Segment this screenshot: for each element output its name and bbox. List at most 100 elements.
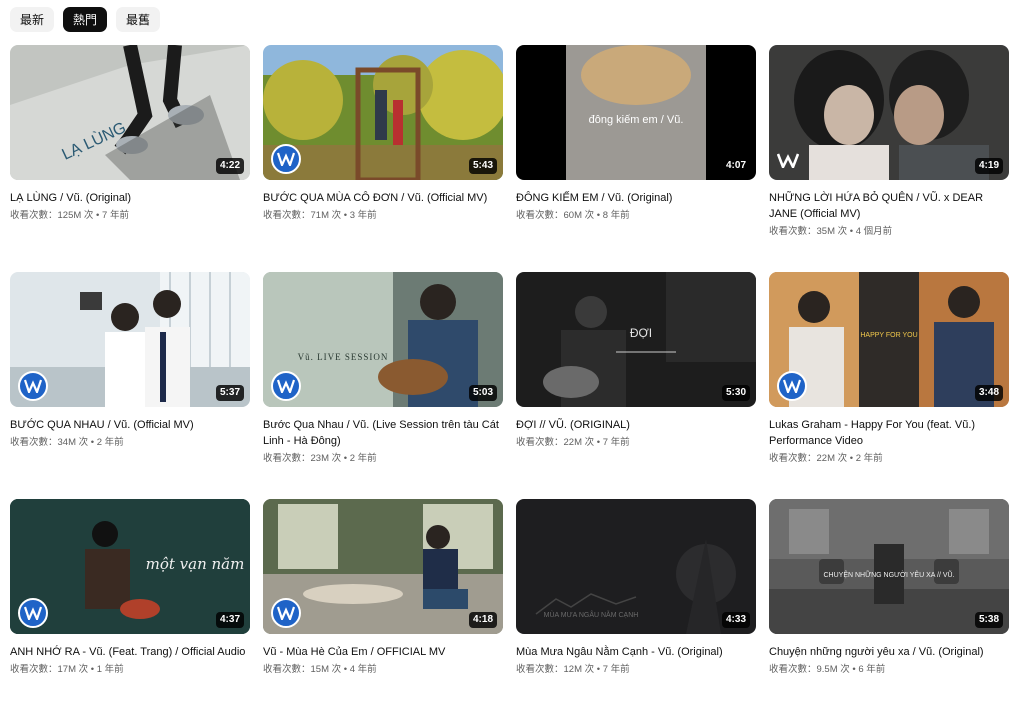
view-count: 收看次數：23M 次 (263, 453, 342, 464)
thumbnail-caption: Vũ. LIVE SESSION (298, 352, 389, 362)
thumbnail-caption: đông kiếm em / Vũ. (589, 114, 684, 126)
upload-age: 3 年前 (349, 210, 377, 221)
video-title[interactable]: NHỮNG LỜI HỨA BỎ QUÊN / VŨ. x DEAR JANE … (769, 190, 1009, 222)
video-thumbnail[interactable]: HAPPY FOR YOU 3:48 (769, 272, 1009, 407)
video-meta: 收看次數：34M 次 • 2 年前 (10, 437, 124, 448)
video-card[interactable]: Vũ. LIVE SESSION 5:03 Bước Qua Nhau / Vũ… (263, 272, 503, 466)
video-thumbnail[interactable]: 4:19 (769, 45, 1009, 180)
video-thumbnail[interactable]: một vạn năm 4:37 (10, 499, 250, 634)
duration-badge: 5:30 (721, 385, 750, 401)
view-count: 收看次數：15M 次 (263, 664, 342, 675)
warner-logo-icon (776, 152, 800, 171)
video-meta: 收看次數：15M 次 • 4 年前 (263, 664, 377, 675)
video-meta: 收看次數：23M 次 • 2 年前 (263, 453, 377, 464)
video-thumbnail[interactable]: 4:18 (263, 499, 503, 634)
video-card[interactable]: 5:37 BƯỚC QUA NHAU / Vũ. (Official MV) 收… (10, 272, 250, 450)
video-title[interactable]: ANH NHỚ RA - Vũ. (Feat. Trang) / Officia… (10, 644, 250, 660)
thumbnail-caption: một vạn năm (146, 555, 245, 573)
video-thumbnail[interactable]: Vũ. LIVE SESSION 5:03 (263, 272, 503, 407)
view-count: 收看次數：125M 次 (10, 210, 94, 221)
video-thumbnail[interactable]: 5:43 (263, 45, 503, 180)
duration-badge: 3:48 (974, 385, 1003, 401)
sort-chips: 最新 熱門 最舊 (10, 7, 161, 32)
upload-age: 8 年前 (602, 210, 630, 221)
video-meta: 收看次數：22M 次 • 7 年前 (516, 437, 630, 448)
duration-badge: 5:03 (468, 385, 497, 401)
video-card[interactable]: 4:18 Vũ - Mùa Hè Của Em / OFFICIAL MV 收看… (263, 499, 503, 677)
thumbnail-caption: CHUYỆN NHỮNG NGƯỜI YÊU XA // VŨ. (823, 570, 954, 579)
video-title[interactable]: Chuyện những người yêu xa / Vũ. (Origina… (769, 644, 1009, 660)
video-title[interactable]: Mùa Mưa Ngâu Nằm Cạnh - Vũ. (Original) (516, 644, 756, 660)
video-card[interactable]: một vạn năm 4:37 ANH NHỚ RA - Vũ. (Feat.… (10, 499, 250, 677)
warner-logo-icon (271, 371, 301, 401)
view-count: 收看次數：12M 次 (516, 664, 595, 675)
video-card[interactable]: 5:43 BƯỚC QUA MÙA CÔ ĐƠN / Vũ. (Official… (263, 45, 503, 223)
duration-badge: 4:19 (974, 158, 1003, 174)
upload-age: 2 年前 (96, 437, 124, 448)
thumbnail-caption: MÙA MƯA NGÂU NẰM CẠNH (544, 610, 639, 619)
duration-badge: 5:38 (974, 612, 1003, 628)
video-thumbnail[interactable]: CHUYỆN NHỮNG NGƯỜI YÊU XA // VŨ. 5:38 (769, 499, 1009, 634)
thumbnail-image: LẠ LÙNG (10, 45, 250, 180)
video-card[interactable]: ĐỢI 5:30 ĐỢI // VŨ. (ORIGINAL) 收看次數：22M … (516, 272, 756, 450)
duration-badge: 4:18 (468, 612, 497, 628)
thumbnail-image: CHUYỆN NHỮNG NGƯỜI YÊU XA // VŨ. (769, 499, 1009, 634)
video-meta: 收看次數：17M 次 • 1 年前 (10, 664, 124, 675)
view-count: 收看次數：71M 次 (263, 210, 342, 221)
upload-age: 7 年前 (602, 437, 630, 448)
thumbnail-image (769, 45, 1009, 180)
upload-age: 2 年前 (855, 453, 883, 464)
view-count: 收看次數：22M 次 (516, 437, 595, 448)
video-title[interactable]: Vũ - Mùa Hè Của Em / OFFICIAL MV (263, 644, 503, 660)
video-title[interactable]: Lukas Graham - Happy For You (feat. Vũ.)… (769, 417, 1009, 449)
view-count: 收看次數：9.5M 次 (769, 664, 850, 675)
thumbnail-image: đông kiếm em / Vũ. (516, 45, 756, 180)
video-card[interactable]: MÙA MƯA NGÂU NẰM CẠNH 4:33 Mùa Mưa Ngâu … (516, 499, 756, 677)
thumbnail-caption: ĐỢI (630, 326, 652, 340)
chip-popular[interactable]: 熱門 (63, 7, 108, 32)
video-meta: 收看次數：35M 次 • 4 個月前 (769, 226, 893, 237)
chip-oldest[interactable]: 最舊 (116, 7, 161, 32)
view-count: 收看次數：35M 次 (769, 226, 848, 237)
video-card[interactable]: đông kiếm em / Vũ. 4:07 ĐÔNG KIẾM EM / V… (516, 45, 756, 223)
duration-badge: 5:43 (468, 158, 497, 174)
video-meta: 收看次數：12M 次 • 7 年前 (516, 664, 630, 675)
video-thumbnail[interactable]: 5:37 (10, 272, 250, 407)
duration-badge: 5:37 (215, 385, 244, 401)
video-thumbnail[interactable]: đông kiếm em / Vũ. 4:07 (516, 45, 756, 180)
video-title[interactable]: BƯỚC QUA MÙA CÔ ĐƠN / Vũ. (Official MV) (263, 190, 503, 206)
upload-age: 1 年前 (96, 664, 124, 675)
view-count: 收看次數：22M 次 (769, 453, 848, 464)
view-count: 收看次數：60M 次 (516, 210, 595, 221)
video-title[interactable]: ĐÔNG KIẾM EM / Vũ. (Original) (516, 190, 756, 206)
video-meta: 收看次數：125M 次 • 7 年前 (10, 210, 129, 221)
upload-age: 4 個月前 (855, 226, 893, 237)
thumbnail-caption: HAPPY FOR YOU (860, 332, 917, 339)
upload-age: 6 年前 (858, 664, 886, 675)
warner-logo-icon (271, 144, 301, 174)
video-title[interactable]: BƯỚC QUA NHAU / Vũ. (Official MV) (10, 417, 250, 433)
video-card[interactable]: LẠ LÙNG 4:22 LẠ LÙNG / Vũ. (Original) 收看… (10, 45, 250, 223)
view-count: 收看次數：34M 次 (10, 437, 89, 448)
video-thumbnail[interactable]: MÙA MƯA NGÂU NẰM CẠNH 4:33 (516, 499, 756, 634)
video-thumbnail[interactable]: ĐỢI 5:30 (516, 272, 756, 407)
video-title[interactable]: ĐỢI // VŨ. (ORIGINAL) (516, 417, 756, 433)
video-thumbnail[interactable]: LẠ LÙNG 4:22 (10, 45, 250, 180)
upload-age: 2 年前 (349, 453, 377, 464)
duration-badge: 4:33 (721, 612, 750, 628)
chip-newest[interactable]: 最新 (10, 7, 55, 32)
upload-age: 7 年前 (602, 664, 630, 675)
video-card[interactable]: 4:19 NHỮNG LỜI HỨA BỎ QUÊN / VŨ. x DEAR … (769, 45, 1009, 239)
upload-age: 4 年前 (349, 664, 377, 675)
video-title[interactable]: Bước Qua Nhau / Vũ. (Live Session trên t… (263, 417, 503, 449)
video-card[interactable]: HAPPY FOR YOU 3:48 Lukas Graham - Happy … (769, 272, 1009, 466)
video-meta: 收看次數：71M 次 • 3 年前 (263, 210, 377, 221)
video-meta: 收看次數：9.5M 次 • 6 年前 (769, 664, 886, 675)
video-title[interactable]: LẠ LÙNG / Vũ. (Original) (10, 190, 250, 206)
video-meta: 收看次數：22M 次 • 2 年前 (769, 453, 883, 464)
duration-badge: 4:22 (215, 158, 244, 174)
warner-logo-icon (777, 371, 807, 401)
video-card[interactable]: CHUYỆN NHỮNG NGƯỜI YÊU XA // VŨ. 5:38 Ch… (769, 499, 1009, 677)
upload-age: 7 年前 (102, 210, 129, 221)
warner-logo-icon (18, 598, 48, 628)
